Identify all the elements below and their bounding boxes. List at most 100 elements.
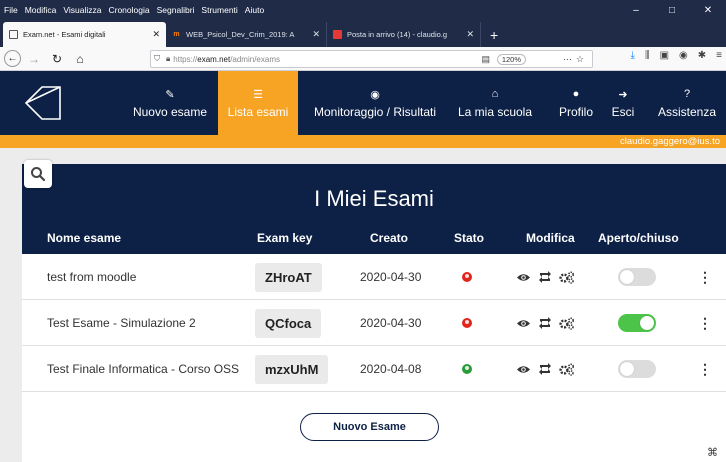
account-icon[interactable]: ◉	[679, 50, 688, 61]
url-prefix: https://	[173, 54, 198, 64]
eye-icon[interactable]	[516, 318, 531, 329]
back-arrow-icon[interactable]: ←	[4, 50, 21, 67]
library-icon[interactable]: ⫼	[645, 50, 650, 61]
moodle-icon: m	[173, 31, 180, 38]
eye-icon[interactable]	[516, 272, 531, 283]
nav-label: La mia scuola	[457, 105, 533, 119]
list-icon: ☰	[253, 88, 263, 101]
cogs-icon[interactable]	[559, 362, 575, 376]
column-header-modify: Modifica	[526, 231, 575, 245]
shield-icon[interactable]: ⛉	[154, 54, 160, 64]
browser-toolbar: ⤓ ⫼ ▣ ◉ ✱ ≡	[621, 50, 722, 61]
tab-mail[interactable]: Posta in arrivo (14) - claudio.g ✕	[327, 22, 481, 47]
user-email[interactable]: claudio.gaggero@ius.to	[620, 135, 720, 148]
exam-created-date: 2020-04-30	[360, 270, 422, 284]
minimize-button[interactable]: –	[618, 0, 654, 20]
nav-profilo[interactable]: ● Profilo	[548, 71, 604, 135]
menu-segnalibri[interactable]: Segnalibri	[157, 5, 195, 15]
menu-modifica[interactable]: Modifica	[25, 5, 57, 15]
tab-title: WEB_Psicol_Dev_Crim_2019: A	[186, 30, 295, 39]
reload-icon[interactable]: ↻	[47, 49, 67, 69]
column-header-key[interactable]: Exam key	[257, 231, 312, 245]
nav-label: Esci	[611, 105, 635, 119]
nav-label: Nuovo esame	[132, 105, 208, 119]
menu-cronologia[interactable]: Cronologia	[108, 5, 149, 15]
nav-nuovo-esame[interactable]: ✎ Nuovo esame	[122, 71, 218, 135]
lock-icon[interactable]: 🔒︎	[166, 54, 170, 64]
retweet-icon[interactable]	[538, 363, 552, 375]
retweet-icon[interactable]	[538, 271, 552, 283]
open-closed-toggle[interactable]	[618, 314, 656, 332]
status-indicator	[462, 364, 472, 374]
download-icon[interactable]: ⤓	[631, 50, 635, 61]
maximize-button[interactable]: □	[654, 0, 690, 20]
column-header-created[interactable]: Creato	[370, 231, 408, 245]
url-host: exam.net	[197, 54, 231, 64]
tab-moodle[interactable]: m WEB_Psicol_Dev_Crim_2019: A ✕	[166, 22, 327, 47]
exam-name[interactable]: test from moodle	[47, 254, 136, 300]
close-icon[interactable]: ✕	[312, 29, 320, 40]
exam-key: QCfoca	[255, 308, 322, 338]
more-options-icon[interactable]: ⋮	[698, 361, 712, 378]
tab-title: Exam.net - Esami digitali	[23, 30, 106, 39]
table-row[interactable]: test from moodle ZHroAT 2020-04-30 ⋮	[22, 254, 726, 300]
column-header-status[interactable]: Stato	[454, 231, 484, 245]
nav-assistenza[interactable]: ? Assistenza	[650, 71, 724, 135]
menu-file[interactable]: File	[4, 5, 18, 15]
exam-name[interactable]: Test Esame - Simulazione 2	[47, 300, 196, 346]
menu-aiuto[interactable]: Aiuto	[245, 5, 264, 15]
exam-net-logo[interactable]	[22, 81, 66, 125]
nav-la-mia-scuola[interactable]: ⌂ La mia scuola	[452, 71, 538, 135]
table-row[interactable]: Test Esame - Simulazione 2 QCfoca 2020-0…	[22, 300, 726, 346]
nav-label: Lista esami	[227, 105, 289, 119]
open-closed-toggle[interactable]	[618, 360, 656, 378]
forward-arrow-icon[interactable]: →	[24, 49, 44, 69]
page-actions-icon[interactable]: ⋯☆	[563, 54, 588, 65]
column-header-name[interactable]: Nome esame	[47, 231, 121, 245]
table-row[interactable]: Test Finale Informatica - Corso OSS mzxU…	[22, 346, 726, 392]
eye-icon[interactable]	[516, 364, 531, 375]
menu-visualizza[interactable]: Visualizza	[63, 5, 101, 15]
column-header-open-closed: Aperto/chiuso	[598, 231, 679, 245]
browser-navbar: ← → ↻ ⌂ ⛉ 🔒︎ https:// exam.net /admin/ex…	[0, 47, 726, 71]
nav-esci[interactable]: ➜ Esci	[606, 71, 640, 135]
mail-icon	[333, 30, 342, 39]
status-indicator	[462, 272, 472, 282]
close-window-button[interactable]: ✕	[690, 0, 726, 20]
pencil-icon: ✎	[165, 88, 175, 101]
eye-icon: ◉	[370, 88, 380, 101]
browser-menubar: File Modifica Visualizza Cronologia Segn…	[0, 0, 726, 20]
close-icon[interactable]: ✕	[152, 29, 160, 40]
new-tab-button[interactable]: +	[481, 22, 507, 47]
nav-monitoraggio[interactable]: ◉ Monitoraggio / Risultati	[305, 71, 445, 135]
menu-strumenti[interactable]: Strumenti	[201, 5, 237, 15]
tab-title: Posta in arrivo (14) - claudio.g	[347, 30, 448, 39]
menu-icon[interactable]: ≡	[716, 50, 722, 61]
close-icon[interactable]: ✕	[466, 29, 474, 40]
exam-name[interactable]: Test Finale Informatica - Corso OSS	[47, 346, 239, 392]
tab-exam-net[interactable]: Exam.net - Esami digitali ✕	[3, 22, 166, 47]
nav-lista-esami[interactable]: ☰ Lista esami	[218, 71, 298, 135]
extension-icon[interactable]: ✱	[698, 50, 706, 61]
nav-label: Assistenza	[657, 105, 717, 119]
search-button[interactable]	[24, 160, 52, 188]
help-icon: ?	[683, 88, 691, 100]
url-bar[interactable]: ⛉ 🔒︎ https:// exam.net /admin/exams ▤ 12…	[150, 50, 593, 68]
new-exam-button[interactable]: Nuovo Esame	[300, 413, 439, 441]
user-icon: ●	[572, 88, 580, 100]
cogs-icon[interactable]	[559, 316, 575, 330]
exam-key: ZHroAT	[255, 262, 322, 292]
reader-view-icon[interactable]: ▤	[481, 54, 490, 65]
more-options-icon[interactable]: ⋮	[698, 315, 712, 332]
page-title: I Miei Esami	[314, 186, 434, 211]
sidebar-icon[interactable]: ▣	[660, 50, 669, 61]
open-closed-toggle[interactable]	[618, 268, 656, 286]
cogs-icon[interactable]	[559, 270, 575, 284]
zoom-indicator[interactable]: 120%	[496, 53, 526, 65]
translate-icon[interactable]: ⌘	[707, 446, 718, 459]
home-icon[interactable]: ⌂	[70, 49, 90, 69]
status-indicator	[462, 318, 472, 328]
more-options-icon[interactable]: ⋮	[698, 269, 712, 286]
retweet-icon[interactable]	[538, 317, 552, 329]
home-icon: ⌂	[491, 88, 499, 100]
